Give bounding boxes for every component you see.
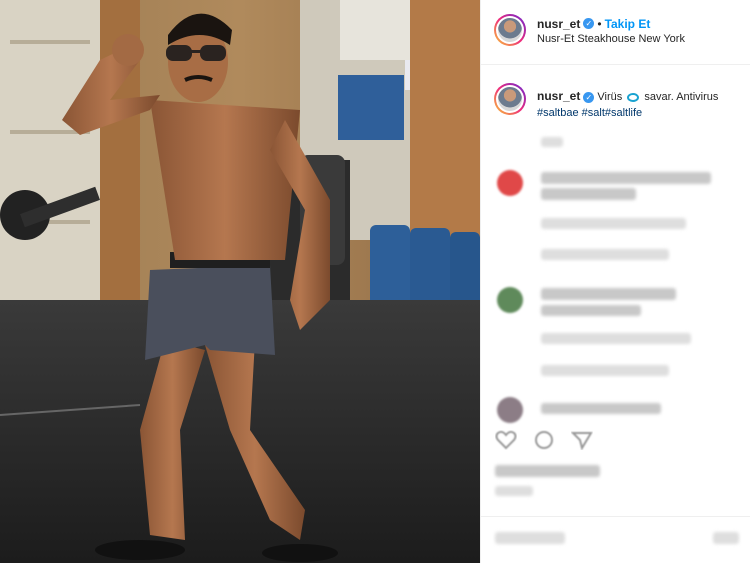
blurred-timestamp xyxy=(541,137,563,147)
comment-avatar xyxy=(497,397,523,423)
blurred-date xyxy=(495,486,533,496)
separator-dot: • xyxy=(597,17,602,31)
verified-badge-icon: ✓ xyxy=(583,18,595,30)
location-link[interactable]: Nusr-Et Steakhouse New York xyxy=(537,33,685,45)
blurred-comment-meta xyxy=(541,333,691,344)
blurred-comment xyxy=(541,188,636,200)
blurred-comment-meta xyxy=(541,365,669,376)
caption-text-2: savar. Antivirus xyxy=(644,91,719,103)
verified-badge-icon: ✓ xyxy=(583,91,595,103)
caption-avatar[interactable] xyxy=(494,83,526,115)
blurred-comment xyxy=(541,305,641,316)
share-icon[interactable] xyxy=(571,430,593,450)
ring-emoji-icon xyxy=(627,92,640,102)
caption-username[interactable]: nusr_et xyxy=(537,89,580,103)
blurred-comment-meta xyxy=(541,249,669,260)
follow-button[interactable]: Takip Et xyxy=(605,17,651,31)
username-link[interactable]: nusr_et xyxy=(537,17,580,31)
divider xyxy=(481,516,750,517)
blurred-post-button[interactable] xyxy=(713,532,739,544)
post-side-panel: nusr_et ✓ • Takip Et Nusr-Et Steakhouse New… xyxy=(480,0,750,563)
blurred-comment-input[interactable] xyxy=(495,532,565,544)
blurred-comment xyxy=(541,172,711,184)
caption-text-1: Virüs xyxy=(597,91,623,103)
blurred-comment-meta xyxy=(541,218,686,229)
caption: nusr_et ✓ Virüs savar. Antivirus #saltbae… xyxy=(537,88,742,121)
blurred-comment xyxy=(541,403,661,414)
blurred-likes xyxy=(495,465,600,477)
comment-icon[interactable] xyxy=(533,430,555,450)
blurred-comment xyxy=(541,288,676,300)
hashtags-link[interactable]: #saltbae #salt#saltlife xyxy=(537,107,642,119)
avatar[interactable] xyxy=(494,14,526,46)
post-photo xyxy=(0,0,480,563)
comment-avatar xyxy=(497,170,523,196)
heart-icon[interactable] xyxy=(495,430,517,450)
post-header: nusr_et ✓ • Takip Et Nusr-Et Steakhouse New… xyxy=(481,0,750,65)
comment-avatar xyxy=(497,287,523,313)
